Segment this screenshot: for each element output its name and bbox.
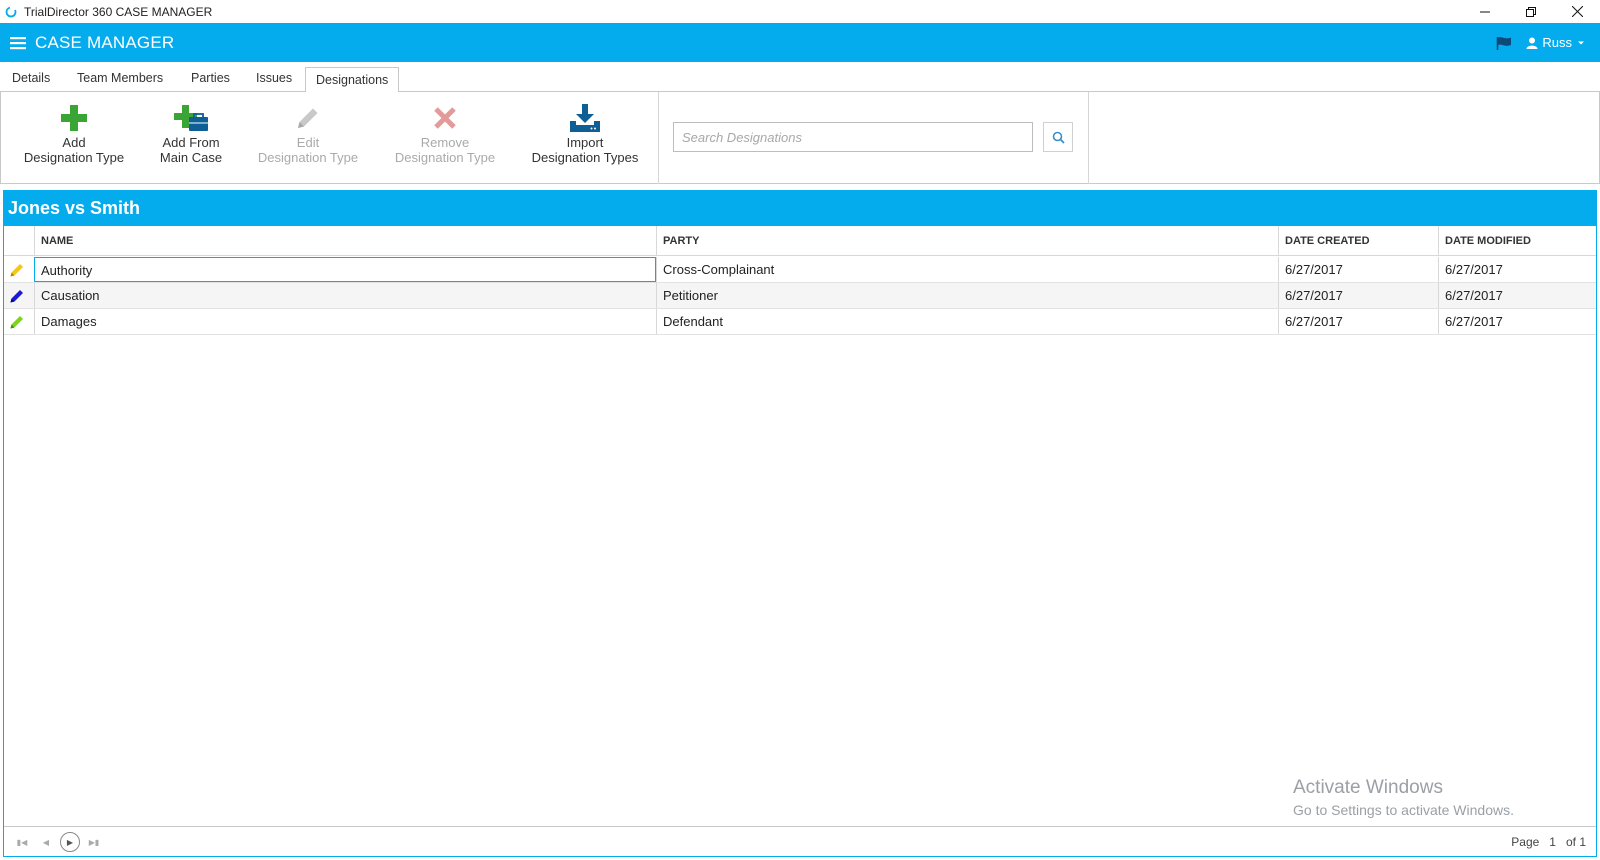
- table-row[interactable]: Damages Defendant 6/27/2017 6/27/2017: [4, 309, 1596, 335]
- search-designations-input[interactable]: [673, 122, 1033, 152]
- pencil-blue-icon: [10, 290, 23, 303]
- cell-date-created[interactable]: 6/27/2017: [1278, 257, 1438, 282]
- first-page-button[interactable]: ▮◀: [12, 832, 32, 852]
- cell-date-modified[interactable]: 6/27/2017: [1438, 257, 1596, 282]
- current-page[interactable]: 1: [1549, 835, 1556, 849]
- minimize-icon: [1480, 11, 1490, 12]
- pencil-edit-icon: [298, 108, 318, 128]
- case-title: Jones vs Smith: [4, 191, 1596, 226]
- add-designation-type-line2: Designation Type: [23, 150, 125, 165]
- toolbar-separator: [658, 92, 659, 184]
- designations-panel: Jones vs Smith NAME PARTY DATE CREATED D…: [3, 190, 1597, 857]
- column-header-date-modified[interactable]: DATE MODIFIED: [1438, 226, 1596, 255]
- import-designation-types-button[interactable]: Import Designation Types: [526, 104, 644, 165]
- watermark-line1: Activate Windows: [1293, 777, 1443, 798]
- total-pages: of 1: [1565, 835, 1586, 849]
- import-download-icon: [570, 104, 600, 132]
- add-designation-type-button[interactable]: Add Designation Type: [19, 104, 129, 165]
- tab-details[interactable]: Details: [12, 69, 50, 92]
- toolbar-separator: [1088, 92, 1089, 184]
- remove-designation-type-line2: Designation Type: [394, 150, 496, 165]
- column-header-name[interactable]: NAME: [34, 226, 656, 255]
- tab-parties[interactable]: Parties: [191, 69, 230, 92]
- add-from-main-case-line2: Main Case: [159, 150, 223, 165]
- add-from-main-case-button[interactable]: Add From Main Case: [146, 104, 236, 165]
- column-header-party[interactable]: PARTY: [656, 226, 1278, 255]
- edit-designation-type-line1: Edit: [296, 135, 320, 150]
- toolbar: Add Designation Type Add From Main Case …: [0, 92, 1600, 184]
- add-designation-type-line1: Add: [62, 135, 86, 150]
- tab-team-members[interactable]: Team Members: [77, 69, 163, 92]
- column-header-date-created[interactable]: DATE CREATED: [1278, 226, 1438, 255]
- search-button[interactable]: [1043, 122, 1073, 152]
- last-page-button[interactable]: ▶▮: [84, 832, 104, 852]
- cell-name[interactable]: Damages: [34, 309, 656, 334]
- app-logo-icon: [5, 6, 17, 17]
- tab-bar: Details Team Members Parties Issues Desi…: [0, 62, 1600, 93]
- table-row[interactable]: Authority Cross-Complainant 6/27/2017 6/…: [4, 257, 1596, 283]
- cell-date-modified[interactable]: 6/27/2017: [1438, 283, 1596, 308]
- import-designation-types-line2: Designation Types: [531, 150, 639, 165]
- search-icon: [1052, 131, 1065, 144]
- app-header: CASE MANAGER Russ: [0, 23, 1600, 62]
- table-row[interactable]: Causation Petitioner 6/27/2017 6/27/2017: [4, 283, 1596, 309]
- hamburger-menu-icon[interactable]: [10, 36, 26, 50]
- close-window-button[interactable]: [1554, 0, 1600, 23]
- add-from-main-case-line1: Add From: [162, 135, 220, 150]
- pencil-yellow-icon: [10, 264, 23, 277]
- remove-x-icon: [434, 107, 456, 129]
- activation-watermark: Activate Windows Go to Settings to activ…: [1293, 777, 1514, 818]
- caret-down-icon: [1578, 41, 1584, 44]
- add-briefcase-icon: [174, 105, 208, 131]
- edit-designation-type-button[interactable]: Edit Designation Type: [252, 104, 364, 165]
- pencil-green-icon: [10, 316, 23, 329]
- cell-name[interactable]: Authority: [34, 257, 656, 282]
- remove-designation-type-button[interactable]: Remove Designation Type: [389, 104, 501, 165]
- close-icon: [1571, 6, 1583, 17]
- app-title: CASE MANAGER: [35, 32, 175, 52]
- window-title: TrialDirector 360 CASE MANAGER: [24, 4, 213, 19]
- restore-button[interactable]: [1508, 0, 1554, 23]
- import-designation-types-line1: Import: [566, 135, 604, 150]
- edit-designation-type-line2: Designation Type: [257, 150, 359, 165]
- user-name: Russ: [1542, 35, 1572, 50]
- cell-date-modified[interactable]: 6/27/2017: [1438, 309, 1596, 334]
- cell-date-created[interactable]: 6/27/2017: [1278, 309, 1438, 334]
- grid-header: NAME PARTY DATE CREATED DATE MODIFIED: [4, 226, 1596, 256]
- watermark-line2: Go to Settings to activate Windows.: [1293, 802, 1514, 818]
- next-page-button[interactable]: ▶: [60, 832, 80, 852]
- cell-party[interactable]: Petitioner: [656, 283, 1278, 308]
- remove-designation-type-line1: Remove: [420, 135, 470, 150]
- cell-date-created[interactable]: 6/27/2017: [1278, 283, 1438, 308]
- page-label: Page: [1511, 835, 1540, 849]
- user-icon: [1526, 37, 1538, 49]
- tab-designations[interactable]: Designations: [305, 67, 400, 93]
- minimize-button[interactable]: [1462, 0, 1508, 23]
- page-info: Page 1 of 1: [1511, 835, 1586, 849]
- user-menu[interactable]: Russ: [1526, 35, 1586, 50]
- tab-issues[interactable]: Issues: [256, 69, 292, 92]
- cell-party[interactable]: Defendant: [656, 309, 1278, 334]
- flag-icon[interactable]: [1496, 36, 1512, 50]
- pager: ▮◀ ◀ ▶ ▶▮ Page 1 of 1: [4, 826, 1596, 856]
- previous-page-button[interactable]: ◀: [36, 832, 56, 852]
- add-plus-icon: [61, 105, 87, 131]
- cell-party[interactable]: Cross-Complainant: [656, 257, 1278, 282]
- window-titlebar: TrialDirector 360 CASE MANAGER: [0, 0, 1600, 23]
- cell-name[interactable]: Causation: [34, 283, 656, 308]
- restore-icon: [1526, 6, 1536, 17]
